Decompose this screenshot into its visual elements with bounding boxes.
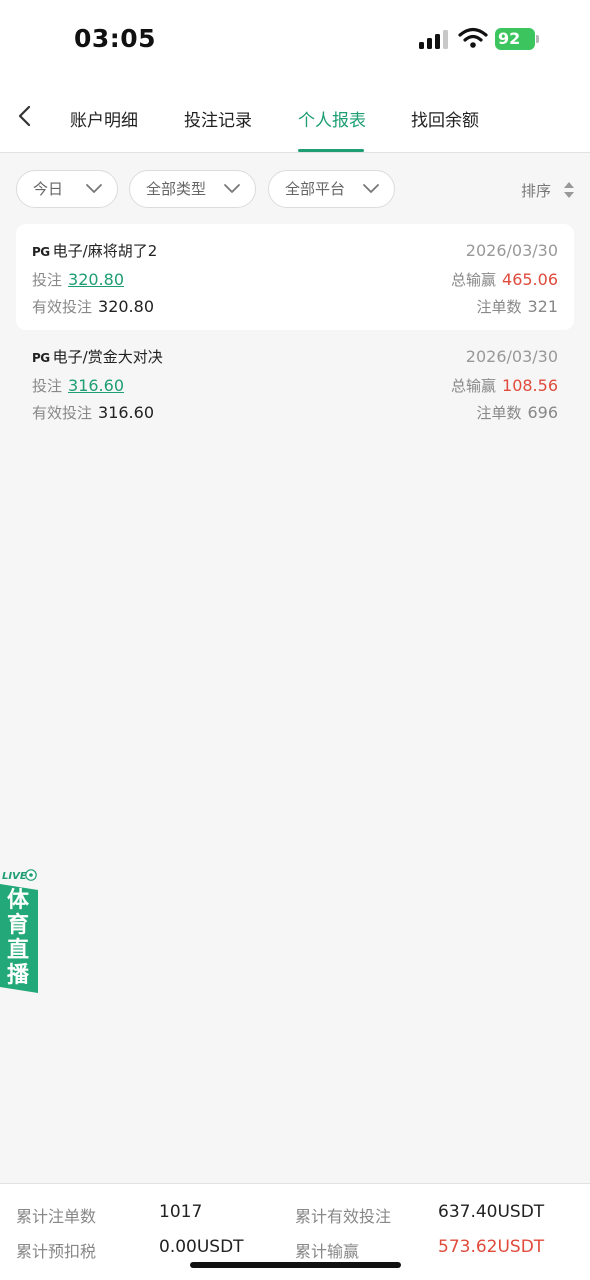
win-label: 总输赢	[451, 271, 497, 289]
battery-icon: 92	[495, 28, 539, 50]
platform-filter-label: 全部平台	[285, 180, 346, 198]
card-title: PG 电子/麻将胡了2	[32, 240, 157, 261]
tab-bet-records[interactable]: 投注记录	[184, 106, 252, 131]
live-char: 育	[6, 913, 29, 938]
win-row: 总输赢 108.56	[451, 375, 558, 396]
total-win-value: 573.62USDT	[438, 1237, 545, 1257]
live-tag: LIVE	[2, 871, 27, 882]
bet-count-row: 注单数 696	[476, 402, 558, 423]
cellular-signal-icon	[419, 30, 448, 49]
game-title: 电子/麻将胡了2	[52, 242, 158, 260]
valid-bet-amount: 316.60	[98, 403, 154, 422]
total-win-label: 累计输赢	[295, 1242, 360, 1261]
total-valid-label: 累计有效投注	[295, 1207, 392, 1226]
live-sports-label: 体 育 直 播	[3, 888, 33, 988]
bet-label: 投注	[32, 377, 63, 395]
record-date: 2026/03/30	[465, 241, 558, 260]
bet-label: 投注	[32, 271, 63, 289]
chevron-down-icon	[86, 184, 102, 193]
bet-count: 321	[527, 297, 558, 316]
chevron-down-icon	[363, 184, 379, 193]
pg-logo-icon: PG	[32, 245, 50, 259]
live-sports-badge[interactable]: LIVE 体 育 直 播	[0, 868, 38, 993]
total-valid-value: 637.40USDT	[438, 1202, 545, 1222]
pg-logo-icon: PG	[32, 351, 50, 365]
sort-icon[interactable]	[563, 181, 575, 199]
live-char: 体	[6, 888, 29, 913]
date-filter-label: 今日	[33, 180, 64, 198]
total-count-value: 1017	[159, 1202, 203, 1222]
total-tax-label: 累计预扣税	[16, 1242, 97, 1261]
type-filter-label: 全部类型	[146, 180, 207, 198]
live-char: 播	[6, 963, 29, 988]
bet-count: 696	[527, 403, 558, 422]
report-card[interactable]: PG 电子/赏金大对决 2026/03/30 投注 316.60 总输赢 108.56…	[16, 330, 574, 436]
live-char: 直	[6, 938, 29, 963]
tab-account-details[interactable]: 账户明细	[70, 106, 138, 131]
valid-bet-label: 有效投注	[32, 298, 93, 316]
bet-amount-link[interactable]: 320.80	[68, 270, 124, 289]
sort-button[interactable]: 排序	[521, 180, 551, 201]
report-card[interactable]: PG 电子/麻将胡了2 2026/03/30 投注 320.80 总输赢 465.06…	[16, 224, 574, 330]
win-label: 总输赢	[451, 377, 497, 395]
tab-recover-balance[interactable]: 找回余额	[411, 106, 479, 131]
status-time: 03:05	[74, 24, 157, 53]
status-bar: 03:05 92	[0, 0, 590, 80]
bet-count-label: 注单数	[476, 404, 522, 422]
soccer-ball-icon	[25, 869, 37, 881]
home-indicator[interactable]	[190, 1262, 401, 1268]
platform-filter-dropdown[interactable]: 全部平台	[268, 170, 395, 208]
bet-amount-link[interactable]: 316.60	[68, 376, 124, 395]
bet-row: 投注 320.80	[32, 269, 124, 290]
valid-bet-row: 有效投注 320.80	[32, 296, 154, 317]
win-row: 总输赢 465.06	[451, 269, 558, 290]
battery-level: 92	[495, 28, 535, 50]
valid-bet-amount: 320.80	[98, 297, 154, 316]
type-filter-dropdown[interactable]: 全部类型	[129, 170, 256, 208]
total-tax-value: 0.00USDT	[159, 1237, 244, 1257]
valid-bet-row: 有效投注 316.60	[32, 402, 154, 423]
win-amount: 465.06	[502, 270, 558, 289]
wifi-icon	[458, 27, 488, 48]
game-title: 电子/赏金大对决	[52, 348, 163, 366]
valid-bet-label: 有效投注	[32, 404, 93, 422]
card-title: PG 电子/赏金大对决	[32, 346, 163, 367]
bet-count-row: 注单数 321	[476, 296, 558, 317]
bet-row: 投注 316.60	[32, 375, 124, 396]
chevron-down-icon	[224, 184, 240, 193]
win-amount: 108.56	[502, 376, 558, 395]
top-nav: 账户明细 投注记录 个人报表 找回余额	[0, 80, 590, 153]
tab-personal-report[interactable]: 个人报表	[298, 106, 366, 131]
bet-count-label: 注单数	[476, 298, 522, 316]
filter-bar: 今日 全部类型 全部平台 排序	[0, 153, 590, 223]
chevron-left-icon[interactable]	[14, 104, 36, 128]
date-filter-dropdown[interactable]: 今日	[16, 170, 118, 208]
active-tab-indicator	[298, 149, 364, 152]
total-count-label: 累计注单数	[16, 1207, 97, 1226]
record-date: 2026/03/30	[465, 347, 558, 366]
